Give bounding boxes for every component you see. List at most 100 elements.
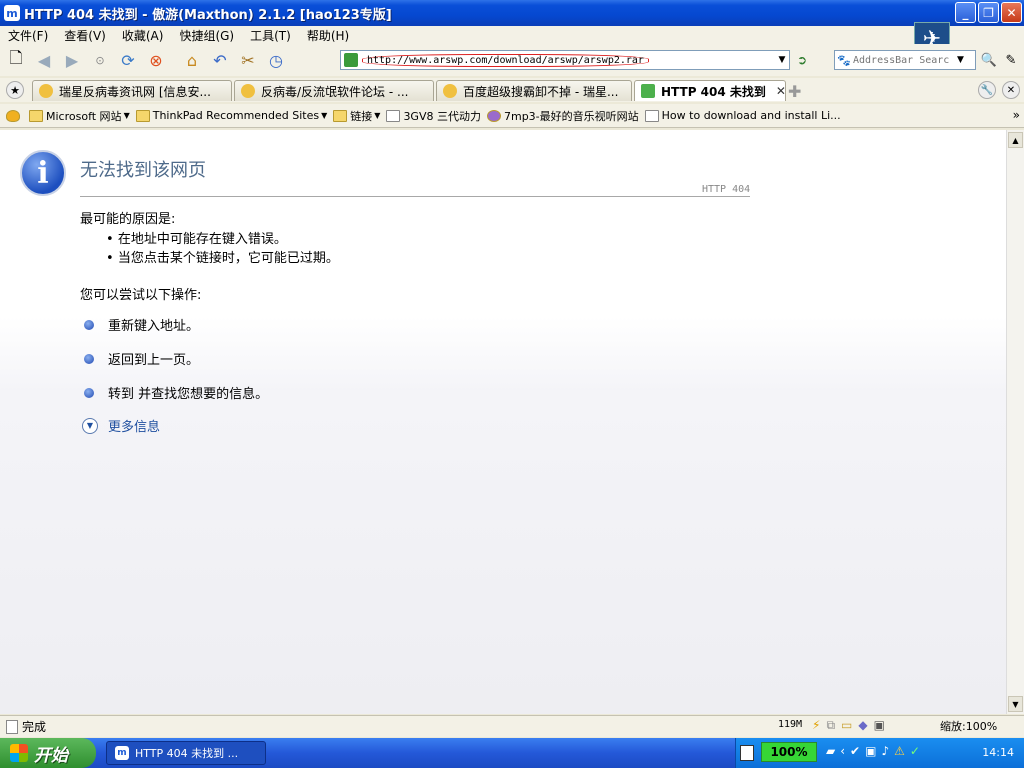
action-go-back[interactable]: 返回到上一页。	[84, 349, 199, 368]
action-label[interactable]: 返回到上一页。	[108, 349, 199, 368]
favorites-more-icon[interactable]: »	[1013, 108, 1020, 122]
menu-favorites[interactable]: 收藏(A)	[114, 27, 172, 44]
taskbar: 开始 m HTTP 404 未找到 ... 100% ▰ ‹ ✔ ▣ ♪ ⚠ ✓…	[0, 738, 1024, 768]
error-code: HTTP 404	[702, 184, 751, 195]
action-label: 转到 并查找您想要的信息。	[108, 387, 269, 402]
clock[interactable]: 14:14	[982, 746, 1014, 759]
new-tab-icon[interactable]: ✚	[788, 82, 801, 101]
tab-tools-icon[interactable]: 🔧	[978, 81, 996, 99]
network-icon[interactable]: ▰	[826, 744, 835, 758]
fav-microsoft[interactable]: Microsoft 网站 ▼	[29, 108, 130, 124]
search-input[interactable]	[853, 54, 957, 66]
fav-how-to-download[interactable]: How to download and install Li...	[644, 109, 841, 122]
folder-icon[interactable]: ▭	[841, 718, 852, 733]
display-icon[interactable]: ▣	[865, 744, 876, 758]
address-url[interactable]: http://www.arswp.com/download/arswp/arsw…	[362, 53, 649, 67]
menu-groups[interactable]: 快捷组(G)	[171, 27, 242, 44]
menu-file[interactable]: 文件(F)	[0, 27, 56, 44]
history-clock-icon[interactable]: ◷	[264, 48, 288, 72]
actions-header: 您可以尝试以下操作:	[80, 288, 202, 303]
info-icon: i	[20, 150, 66, 196]
folder-icon	[135, 109, 150, 122]
warning-icon[interactable]: ⚠	[894, 744, 905, 758]
menu-view[interactable]: 查看(V)	[56, 27, 114, 44]
menu-help[interactable]: 帮助(H)	[299, 27, 357, 44]
taskbar-item-browser[interactable]: m HTTP 404 未找到 ...	[106, 741, 266, 765]
tab-label: 反病毒/反流氓软件论坛 - ...	[261, 84, 409, 99]
fav-3gv8[interactable]: 3GV8 三代动力	[386, 108, 481, 124]
fav-label: 7mp3-最好的音乐视听网站	[503, 109, 639, 123]
zoom-level[interactable]: 缩放:100%	[940, 718, 997, 734]
tab-label: 瑞星反病毒资讯网 [信息安...	[59, 84, 211, 99]
search-engine-icon[interactable]: 🐾	[835, 54, 853, 67]
refresh-icon[interactable]: ⟳	[116, 48, 140, 72]
address-bar[interactable]: http://www.arswp.com/download/arswp/arsw…	[340, 50, 790, 70]
chevron-down-icon[interactable]: ▼	[82, 417, 98, 434]
folder-icon	[333, 109, 348, 122]
menu-bar: 文件(F) 查看(V) 收藏(A) 快捷组(G) 工具(T) 帮助(H)	[0, 26, 1024, 44]
tab-close-icon[interactable]: ✕	[776, 84, 785, 98]
pencil-icon[interactable]: ✎	[1002, 51, 1020, 69]
tray-icons: ▰ ‹ ✔ ▣ ♪ ⚠ ✓	[826, 744, 920, 758]
tab-favicon-icon	[241, 84, 255, 98]
screen-icon[interactable]: ▣	[874, 718, 885, 733]
fav-links[interactable]: 链接 ▼	[333, 108, 380, 124]
undo-icon[interactable]: ↶	[208, 48, 232, 72]
search-dropdown-icon[interactable]: ▼	[957, 55, 964, 65]
shield-icon[interactable]: ✓	[910, 744, 920, 758]
chevron-down-icon: ▼	[321, 111, 328, 120]
search-box[interactable]: 🐾 ▼	[834, 50, 976, 70]
tab-baidu[interactable]: 百度超级搜霸卸不掉 - 瑞星...	[436, 80, 632, 101]
favorites-bar: Microsoft 网站 ▼ ThinkPad Recommended Sites…	[0, 104, 1024, 128]
tab-favicon-icon	[641, 84, 655, 98]
title-bar: m HTTP 404 未找到 - 傲游(Maxthon) 2.1.2 [hao1…	[0, 0, 1024, 26]
go-button-icon[interactable]: ➲	[793, 51, 811, 69]
popup-block-icon[interactable]: ⧉	[826, 718, 835, 733]
lightning-icon[interactable]: ⚡	[812, 718, 820, 733]
address-dropdown-icon[interactable]: ▼	[775, 55, 789, 65]
tab-menu-icon[interactable]: ★	[6, 81, 24, 99]
memory-usage[interactable]: 119M	[778, 719, 802, 730]
more-info-link[interactable]: ▼ 更多信息	[82, 416, 160, 435]
fav-7mp3[interactable]: 7mp3-最好的音乐视听网站	[486, 108, 639, 124]
scroll-down-icon[interactable]: ▼	[1008, 696, 1023, 712]
arrow-left-icon[interactable]: ‹	[840, 744, 845, 758]
volume-icon[interactable]: ♪	[881, 744, 889, 758]
diamond-icon[interactable]: ◆	[858, 718, 867, 733]
forward-icon[interactable]: ▶	[60, 48, 84, 72]
window-controls: _ ❐ ✕	[955, 2, 1022, 23]
back-icon[interactable]: ◀	[32, 48, 56, 72]
tab-rising-news[interactable]: 瑞星反病毒资讯网 [信息安...	[32, 80, 232, 101]
scroll-up-icon[interactable]: ▲	[1008, 132, 1023, 148]
more-info-label[interactable]: 更多信息	[108, 416, 160, 435]
vertical-scrollbar[interactable]: ▲ ▼	[1006, 130, 1024, 714]
page-icon	[644, 109, 659, 122]
battery-indicator[interactable]: 100%	[761, 742, 817, 762]
stop-icon[interactable]: ⊗	[144, 48, 168, 72]
start-button[interactable]: 开始	[0, 738, 96, 768]
restore-button[interactable]: ❐	[978, 2, 999, 23]
search-icon[interactable]: 🔍	[980, 51, 998, 69]
tray-app-icon[interactable]	[740, 745, 754, 761]
close-window-button[interactable]: ✕	[1001, 2, 1022, 23]
maxthon-app-icon[interactable]: m	[4, 5, 20, 21]
tools-icon[interactable]: ✂	[236, 48, 260, 72]
bullet-icon	[84, 387, 94, 398]
security-icon[interactable]: ✔	[850, 744, 860, 758]
tab-favicon-icon	[443, 84, 457, 98]
chevron-down-icon: ▼	[374, 111, 381, 120]
close-tab-icon[interactable]: ✕	[1002, 81, 1020, 99]
minimize-button[interactable]: _	[955, 2, 976, 23]
tab-forum[interactable]: 反病毒/反流氓软件论坛 - ...	[234, 80, 434, 101]
maxthon-app-icon: m	[115, 746, 129, 760]
new-page-icon[interactable]: 🗋	[4, 48, 28, 72]
action-retype-address: 重新键入地址。	[84, 315, 199, 334]
fav-thinkpad[interactable]: ThinkPad Recommended Sites ▼	[135, 109, 328, 122]
favorites-shield-icon[interactable]	[6, 109, 23, 122]
home-icon[interactable]: ⌂	[180, 48, 204, 72]
tab-http-404[interactable]: HTTP 404 未找到 ✕	[634, 80, 786, 101]
menu-tools[interactable]: 工具(T)	[242, 27, 299, 44]
chevron-down-icon: ▼	[123, 111, 130, 120]
dropdown-icon[interactable]: ⊙	[88, 48, 112, 72]
error-title: 无法找到该网页	[80, 160, 206, 181]
